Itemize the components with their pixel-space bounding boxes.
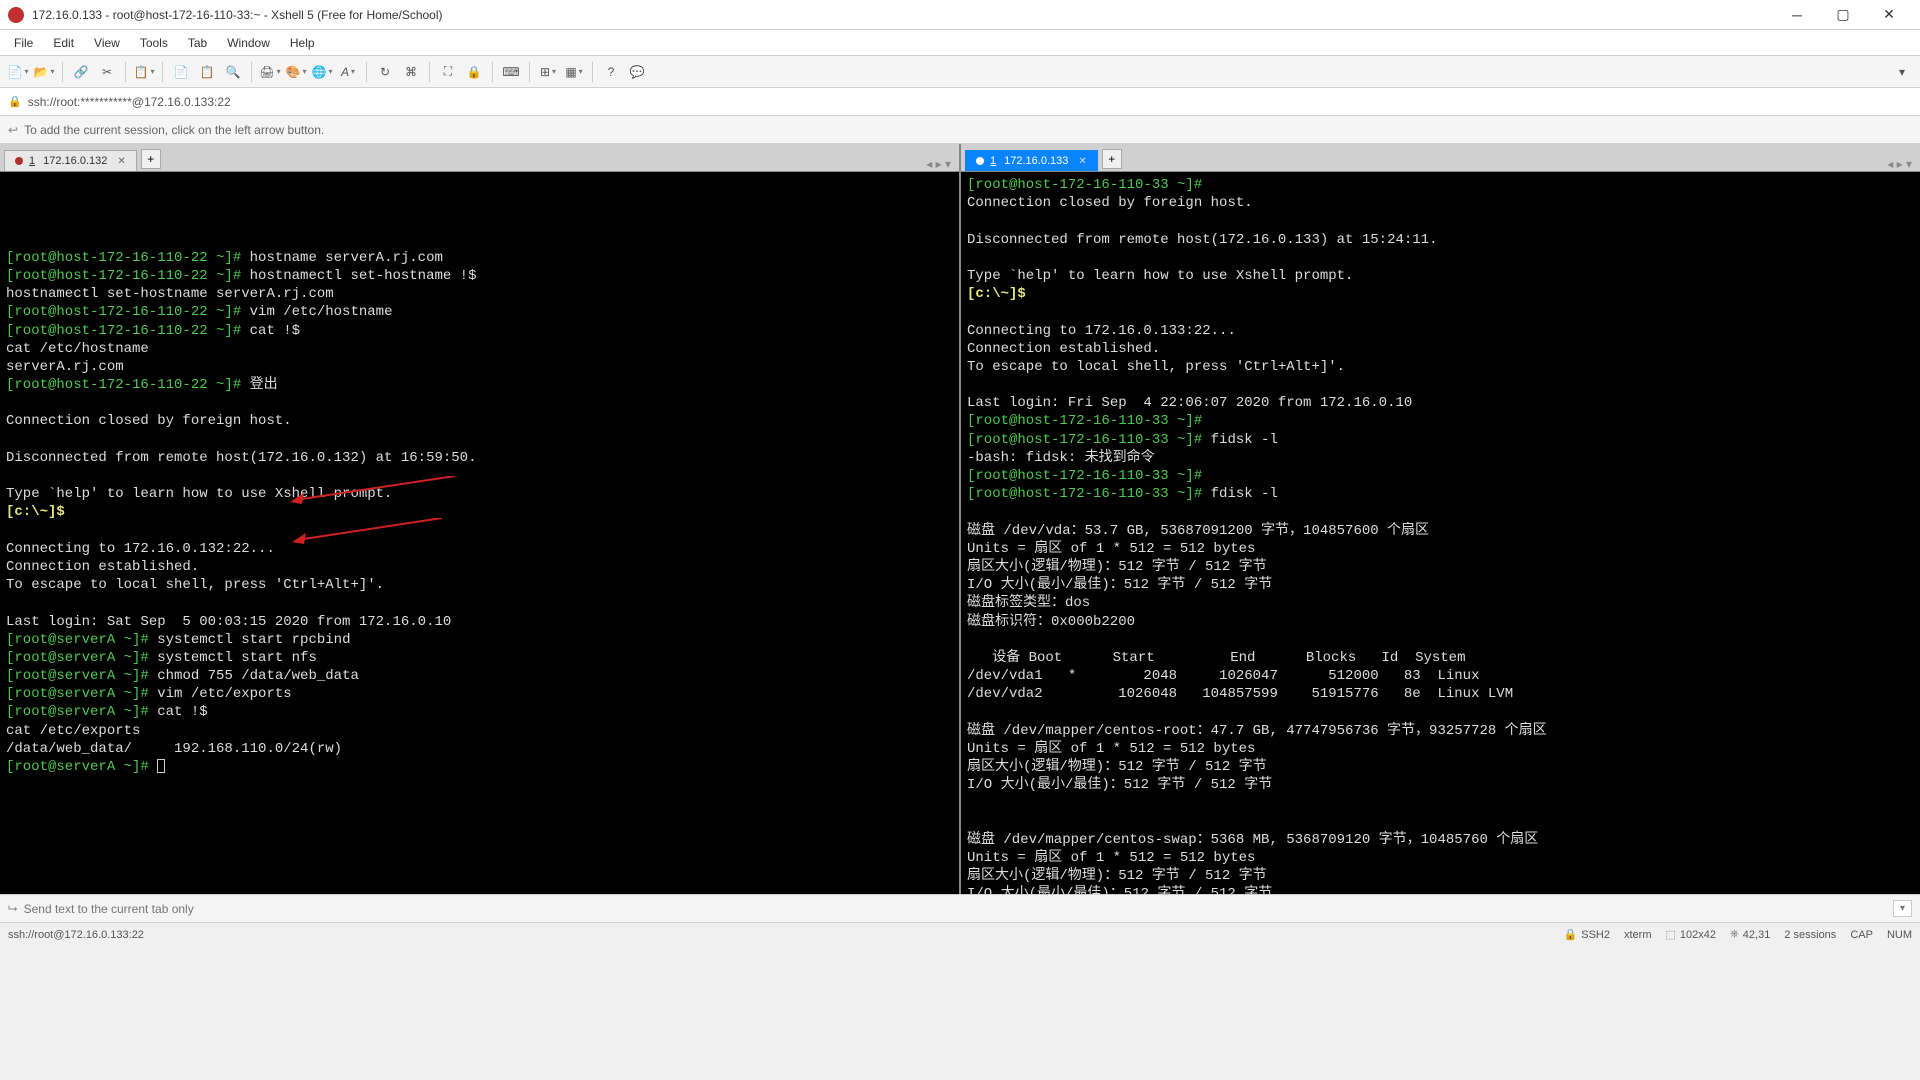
new-tab-button[interactable]: ⊞ — [536, 60, 560, 84]
size-icon: ⬚ — [1665, 928, 1675, 941]
close-button[interactable]: ✕ — [1866, 0, 1912, 30]
minimize-button[interactable]: ─ — [1774, 0, 1820, 30]
menu-view[interactable]: View — [84, 32, 130, 54]
toolbar-separator — [62, 62, 63, 82]
tab-number: 1 — [990, 155, 996, 167]
properties-button[interactable]: 📋 — [132, 60, 156, 84]
left-tab[interactable]: 1 172.16.0.132 ✕ — [4, 150, 137, 171]
menu-tab[interactable]: Tab — [178, 32, 217, 54]
status-num: NUM — [1887, 929, 1912, 941]
address-url[interactable]: ssh://root:***********@172.16.0.133:22 — [28, 95, 231, 109]
send-input[interactable] — [24, 902, 1887, 916]
left-pane: 1 172.16.0.132 ✕ + ◂ ▸ ▾ [root@host-172-… — [0, 144, 959, 894]
open-button[interactable]: 📂 — [32, 60, 56, 84]
tip-text: To add the current session, click on the… — [24, 123, 324, 137]
refresh-button[interactable]: ↻ — [373, 60, 397, 84]
session-status-icon — [15, 157, 23, 165]
status-term-type: xterm — [1624, 929, 1652, 941]
tab-number: 1 — [29, 155, 35, 167]
tab-label: 172.16.0.132 — [43, 155, 107, 167]
print-button[interactable]: 🖨 — [258, 60, 282, 84]
toolbar-separator — [429, 62, 430, 82]
app-icon — [8, 7, 24, 23]
reconnect-button[interactable]: 🔗 — [69, 60, 93, 84]
menubar: File Edit View Tools Tab Window Help — [0, 30, 1920, 56]
help-button[interactable]: ? — [599, 60, 623, 84]
chat-button[interactable]: 💬 — [625, 60, 649, 84]
tab-close-icon[interactable]: ✕ — [1078, 156, 1086, 167]
cursor-icon: ⎈ — [1730, 928, 1739, 941]
lock-button[interactable]: 🔒 — [462, 60, 486, 84]
terminal-split-area: 1 172.16.0.132 ✕ + ◂ ▸ ▾ [root@host-172-… — [0, 144, 1920, 894]
toolbar-dropdown[interactable]: ▾ — [1890, 60, 1914, 84]
toolbar-separator — [492, 62, 493, 82]
left-pane-tabs: 1 172.16.0.132 ✕ + ◂ ▸ ▾ — [0, 144, 959, 172]
fullscreen-button[interactable]: ⛶ — [436, 60, 460, 84]
right-pane: 1 172.16.0.133 ✕ + ◂ ▸ ▾ [root@host-172-… — [959, 144, 1920, 894]
menu-file[interactable]: File — [4, 32, 43, 54]
status-size: ⬚102x42 — [1665, 928, 1716, 941]
toolbar-separator — [529, 62, 530, 82]
copy-button[interactable]: 📄 — [169, 60, 193, 84]
status-sessions: 2 sessions — [1784, 929, 1836, 941]
color-button[interactable]: 🎨 — [284, 60, 308, 84]
disconnect-button[interactable]: ✂ — [95, 60, 119, 84]
toolbar-separator — [125, 62, 126, 82]
window-title: 172.16.0.133 - root@host-172-16-110-33:~… — [32, 8, 1774, 22]
maximize-button[interactable]: ▢ — [1820, 0, 1866, 30]
menu-tools[interactable]: Tools — [130, 32, 178, 54]
titlebar: 172.16.0.133 - root@host-172-16-110-33:~… — [0, 0, 1920, 30]
script-button[interactable]: ⌘ — [399, 60, 423, 84]
tab-label: 172.16.0.133 — [1004, 155, 1068, 167]
address-bar: 🔒 ssh://root:***********@172.16.0.133:22 — [0, 88, 1920, 116]
send-bar: ⮡ ▾ — [0, 894, 1920, 922]
encoding-button[interactable]: 🌐 — [310, 60, 334, 84]
tab-nav-arrows[interactable]: ◂ ▸ ▾ — [922, 157, 955, 171]
font-button[interactable]: A — [336, 60, 360, 84]
tip-bar: ↩ To add the current session, click on t… — [0, 116, 1920, 144]
lock-icon: 🔒 — [8, 95, 22, 108]
add-tab-button[interactable]: + — [141, 149, 161, 169]
send-target-dropdown[interactable]: ▾ — [1893, 900, 1912, 917]
status-ssh: 🔒SSH2 — [1564, 928, 1610, 941]
toolbar-separator — [366, 62, 367, 82]
lock-icon: 🔒 — [1564, 928, 1578, 941]
arrange-button[interactable]: ▦ — [562, 60, 586, 84]
send-icon: ⮡ — [8, 901, 18, 916]
tab-close-icon[interactable]: ✕ — [117, 156, 125, 167]
add-session-icon[interactable]: ↩ — [8, 123, 18, 137]
toolbar-separator — [162, 62, 163, 82]
right-terminal[interactable]: [root@host-172-16-110-33 ~]# Connection … — [961, 172, 1920, 894]
toolbar-separator — [251, 62, 252, 82]
toolbar-separator — [592, 62, 593, 82]
add-tab-button[interactable]: + — [1102, 149, 1122, 169]
keyboard-button[interactable]: ⌨ — [499, 60, 523, 84]
left-terminal[interactable]: [root@host-172-16-110-22 ~]# hostname se… — [0, 172, 959, 894]
new-session-button[interactable]: 📄 — [6, 60, 30, 84]
session-status-icon — [976, 157, 984, 165]
right-pane-tabs: 1 172.16.0.133 ✕ + ◂ ▸ ▾ — [961, 144, 1920, 172]
right-tab[interactable]: 1 172.16.0.133 ✕ — [965, 150, 1098, 171]
status-connection: ssh://root@172.16.0.133:22 — [8, 929, 144, 941]
menu-window[interactable]: Window — [217, 32, 280, 54]
status-cap: CAP — [1850, 929, 1873, 941]
paste-button[interactable]: 📋 — [195, 60, 219, 84]
find-button[interactable]: 🔍 — [221, 60, 245, 84]
tab-nav-arrows[interactable]: ◂ ▸ ▾ — [1883, 157, 1916, 171]
menu-edit[interactable]: Edit — [43, 32, 84, 54]
toolbar: 📄 📂 🔗 ✂ 📋 📄 📋 🔍 🖨 🎨 🌐 A ↻ ⌘ ⛶ 🔒 ⌨ ⊞ ▦ ? … — [0, 56, 1920, 88]
status-bar: ssh://root@172.16.0.133:22 🔒SSH2 xterm ⬚… — [0, 922, 1920, 946]
status-pos: ⎈42,31 — [1730, 928, 1770, 941]
menu-help[interactable]: Help — [280, 32, 325, 54]
